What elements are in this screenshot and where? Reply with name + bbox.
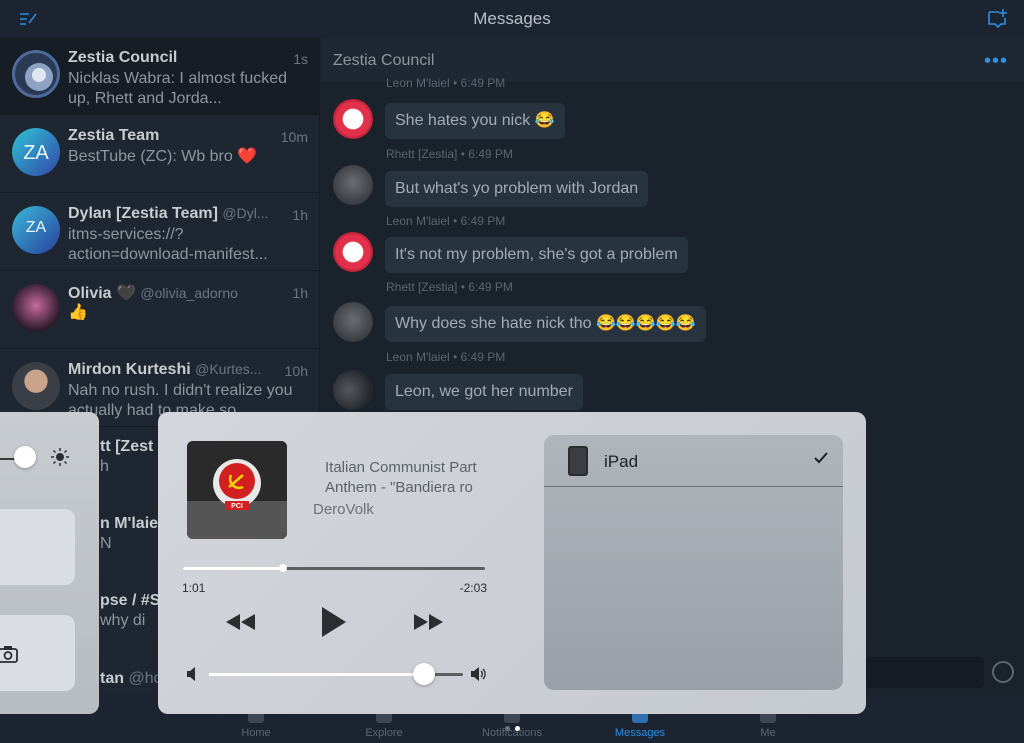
artist-name: DeroVolk — [313, 501, 374, 518]
conversation-name: Dylan [Zestia Team] @Dyl... — [68, 205, 269, 222]
conversation-name: Mirdon Kurteshi @Kurtes... — [68, 361, 262, 378]
avatar — [12, 362, 60, 410]
message-meta: Leon M'laiel • 6:49 PM — [386, 214, 506, 228]
artwork-label: PCI — [231, 503, 243, 510]
tab-explore[interactable]: Explore — [334, 727, 434, 739]
remaining-time: -2:03 — [459, 581, 487, 595]
airplay-device-ipad[interactable]: iPad — [544, 435, 843, 487]
avatar — [333, 99, 373, 139]
conversation-item[interactable]: Zestia Council 1s Nicklas Wabra: I almos… — [0, 38, 320, 115]
control-center-now-playing-panel: PCI Italian Communist Part Anthem - "Ban… — [158, 412, 866, 714]
svg-text:ZA: ZA — [23, 142, 49, 164]
playback-progress-knob[interactable] — [278, 564, 287, 572]
message-input[interactable] — [866, 657, 984, 688]
control-center-settings-panel — [0, 412, 99, 714]
fast-forward-icon[interactable] — [411, 604, 447, 640]
message-bubble[interactable]: Leon, we got her number — [385, 374, 583, 410]
conversation-item[interactable]: ZA Zestia Team 10m BestTube (ZC): Wb bro… — [0, 116, 320, 193]
rewind-icon[interactable] — [222, 604, 258, 640]
brightness-icon — [51, 448, 69, 466]
volume-slider[interactable] — [209, 663, 463, 685]
avatar: ZA — [12, 206, 60, 254]
playback-progress[interactable] — [183, 564, 485, 572]
avatar — [12, 50, 60, 98]
tab-home[interactable]: Home — [206, 727, 306, 739]
message-meta: Rhett [Zestia] • 6:49 PM — [386, 147, 513, 161]
avatar: ZA — [12, 128, 60, 176]
conversation-name: Olivia 🖤 @olivia_adorno — [68, 285, 238, 302]
avatar — [333, 302, 373, 342]
conversation-time: 10m — [280, 129, 308, 145]
conversation-time: 1s — [293, 51, 308, 67]
camera-icon — [0, 646, 18, 663]
partial-conversation-name: n M'laie — [100, 515, 159, 532]
emoji-icon[interactable] — [992, 661, 1014, 683]
conversation-item[interactable]: ZA Dylan [Zestia Team] @Dyl... 1h itms-s… — [0, 194, 320, 271]
partial-conversation-name: pse / #S — [100, 592, 161, 609]
volume-high-icon — [471, 667, 486, 681]
playback-progress-fill — [183, 567, 283, 570]
message-meta: Rhett [Zestia] • 6:49 PM — [386, 280, 513, 294]
partial-conversation-name: tt [Zest — [100, 438, 154, 455]
chat-title: Zestia Council — [333, 52, 435, 69]
device-name: iPad — [604, 452, 639, 471]
tab-notifications[interactable]: Notifications — [462, 727, 562, 739]
page-title: Messages — [473, 9, 551, 28]
conversation-name: Zestia Team — [68, 127, 160, 144]
svg-text:ZA: ZA — [26, 219, 47, 236]
top-bar: Messages — [0, 0, 1024, 38]
shortcut-tile[interactable] — [0, 509, 75, 585]
volume-slider-fill — [209, 673, 424, 676]
partial-conversation-preview: why di — [100, 612, 146, 629]
airplay-device-list: iPad — [544, 435, 843, 690]
checkmark-icon — [814, 452, 828, 464]
avatar — [333, 370, 373, 410]
elapsed-time: 1:01 — [182, 581, 206, 595]
ipad-icon — [568, 446, 588, 476]
conversation-name: Zestia Council — [68, 49, 178, 66]
more-options-icon[interactable]: ••• — [984, 50, 1008, 73]
album-artwork[interactable]: PCI — [187, 441, 287, 539]
new-message-icon[interactable] — [986, 7, 1008, 29]
conversation-preview: itms-services://?action=download-manifes… — [68, 226, 268, 263]
conversation-preview: Nicklas Wabra: I almost fucked up, Rhett… — [68, 70, 288, 107]
conversation-preview: BestTube (ZC): Wb bro ❤️ — [68, 148, 258, 165]
avatar — [333, 232, 373, 272]
avatar — [12, 284, 60, 332]
conversation-item[interactable]: Olivia 🖤 @olivia_adorno 1h 👍 — [0, 272, 320, 349]
message-bubble[interactable]: But what's yo problem with Jordan — [385, 171, 649, 207]
play-icon[interactable] — [318, 604, 348, 640]
conversation-time: 10h — [284, 363, 308, 379]
partial-conversation-preview: N — [100, 535, 112, 552]
song-title: Italian Communist Part Anthem - "Bandier… — [325, 459, 477, 496]
message-bubble[interactable]: Why does she hate nick tho 😂😂😂😂😂 — [385, 306, 706, 342]
conversation-preview: 👍 — [68, 304, 88, 321]
brightness-slider-knob[interactable] — [14, 446, 36, 468]
partial-conversation-name: tan @ho — [100, 670, 163, 687]
conversation-time: 1h — [292, 207, 308, 223]
message-meta: Leon M'laiel • 6:49 PM — [386, 76, 506, 90]
avatar — [333, 165, 373, 205]
volume-low-icon — [187, 667, 195, 681]
message-bubble[interactable]: She hates you nick 😂 — [385, 103, 565, 139]
message-bubble[interactable]: It's not my problem, she's got a problem — [385, 237, 688, 273]
page-dot — [505, 726, 510, 731]
message-meta: Leon M'laiel • 6:49 PM — [386, 350, 506, 364]
conversation-time: 1h — [292, 285, 308, 301]
tab-me[interactable]: Me — [718, 727, 818, 739]
tab-messages[interactable]: Messages — [590, 727, 690, 739]
page-dot-active — [515, 726, 520, 731]
partial-conversation-preview: h — [100, 458, 109, 475]
volume-slider-knob[interactable] — [412, 663, 435, 685]
